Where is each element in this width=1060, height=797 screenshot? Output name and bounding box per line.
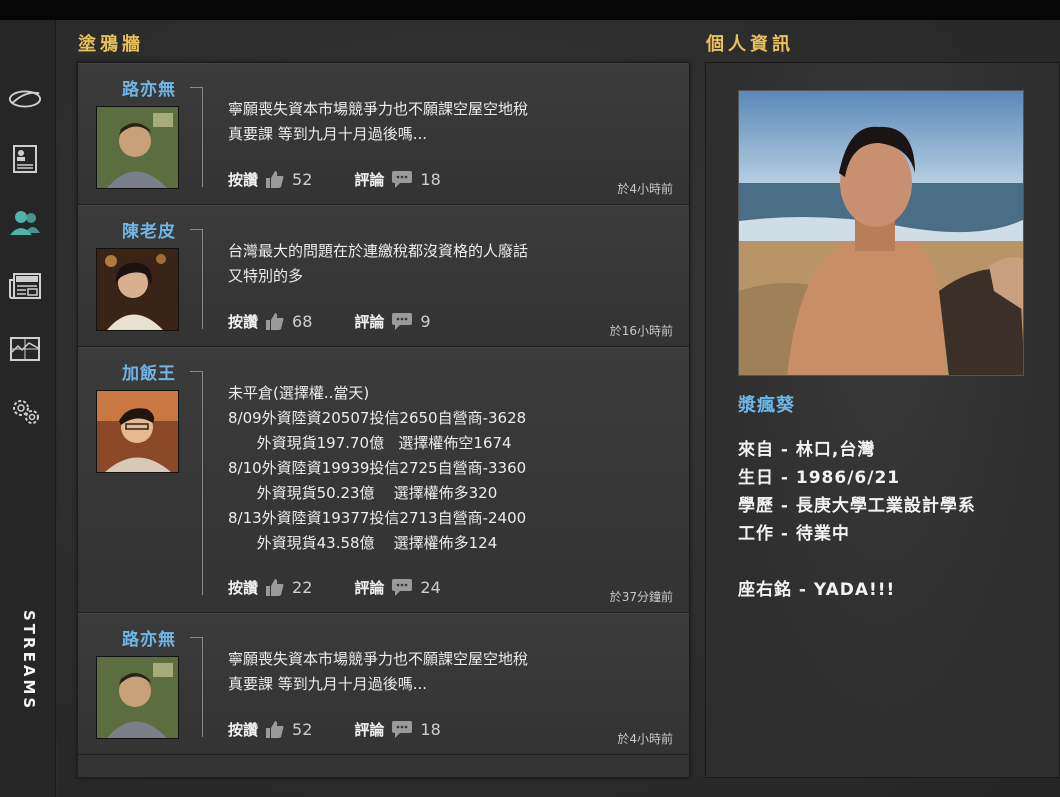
post-text: 台灣最大的問題在於連繳稅都沒資格的人廢話 又特別的多 <box>228 242 529 285</box>
sidebar-nav: STREAMS <box>0 20 56 797</box>
profile-panel: 漿瘋葵 來自 - 林口,台灣 生日 - 1986/6/21 學歷 - 長庚大學工… <box>705 62 1060 778</box>
post-text: 寧願喪失資本市場競爭力也不願課空屋空地稅 真要課 等到九月十月過後嗎... <box>228 650 529 693</box>
top-bar <box>0 0 1060 20</box>
profile-title: 個人資訊 <box>706 34 794 55</box>
like-count: 52 <box>292 170 313 189</box>
post-bracket-line <box>202 229 203 329</box>
like-button[interactable]: 按讚 <box>228 311 258 332</box>
wall-post: 路亦無 寧願喪失資本市場競爭力也不願課空屋空地稅 真要課 等到九月十月過後嗎..… <box>78 63 689 205</box>
profile-birthday: 生日 - 1986/6/21 <box>738 468 901 488</box>
post-author[interactable]: 加飯王 <box>122 359 176 384</box>
wall-post: 陳老皮 台灣最大的問題在於連繳稅都沒資格的人廢話 又特別的多 按讚 68 評論 <box>78 205 689 347</box>
like-button[interactable]: 按讚 <box>228 577 258 598</box>
avatar[interactable] <box>96 248 179 331</box>
post-bracket-line <box>202 371 203 595</box>
avatar[interactable] <box>96 106 179 189</box>
speech-bubble-icon[interactable] <box>392 171 413 188</box>
like-count: 22 <box>292 578 313 597</box>
avatar[interactable] <box>96 656 179 739</box>
post-timestamp: 於37分鐘前 <box>609 590 673 604</box>
like-button[interactable]: 按讚 <box>228 169 258 190</box>
post-timestamp: 於4小時前 <box>617 182 673 196</box>
comment-count: 18 <box>420 720 441 739</box>
streams-label[interactable]: STREAMS <box>12 610 38 711</box>
comment-button[interactable]: 評論 <box>354 719 384 740</box>
thumbs-up-icon[interactable] <box>266 579 284 596</box>
profile-job: 工作 - 待業中 <box>738 524 850 544</box>
comment-button[interactable]: 評論 <box>354 169 384 190</box>
thumbs-up-icon[interactable] <box>266 313 284 330</box>
post-actions: 按讚 52 評論 18 <box>228 169 483 190</box>
post-timestamp: 於16小時前 <box>609 324 673 338</box>
post-author[interactable]: 陳老皮 <box>122 217 176 242</box>
wall-feed[interactable]: 路亦無 寧願喪失資本市場競爭力也不願課空屋空地稅 真要課 等到九月十月過後嗎..… <box>77 62 690 778</box>
profile-motto: 座右銘 - YADA!!! <box>738 580 896 600</box>
post-bracket-line <box>202 87 203 187</box>
post-actions: 按讚 68 評論 9 <box>228 311 473 332</box>
post-author[interactable]: 路亦無 <box>122 75 176 100</box>
post-text: 未平倉(選擇權..當天) 8/09外資陸資20507投信2650自營商-3628… <box>228 384 527 552</box>
like-count: 52 <box>292 720 313 739</box>
comment-count: 18 <box>420 170 441 189</box>
profile-from: 來自 - 林口,台灣 <box>738 440 876 460</box>
settings-gears-icon[interactable] <box>8 394 42 428</box>
news-icon[interactable] <box>8 268 42 302</box>
like-button[interactable]: 按讚 <box>228 719 258 740</box>
like-count: 68 <box>292 312 313 331</box>
comment-count: 24 <box>420 578 441 597</box>
wall-post: 路亦無 寧願喪失資本市場競爭力也不願課空屋空地稅 真要課 等到九月十月過後嗎..… <box>78 613 689 755</box>
comment-button[interactable]: 評論 <box>354 311 384 332</box>
comment-count: 9 <box>420 312 431 331</box>
post-bracket-line <box>202 637 203 737</box>
profile-photo[interactable] <box>738 90 1024 376</box>
post-actions: 按讚 22 評論 24 <box>228 577 483 598</box>
speech-bubble-icon[interactable] <box>392 313 413 330</box>
friends-icon[interactable] <box>8 206 42 240</box>
wall-title: 塗鴉牆 <box>78 34 144 55</box>
profile-name[interactable]: 漿瘋葵 <box>738 391 795 417</box>
chart-grid-icon[interactable] <box>8 332 42 366</box>
post-actions: 按讚 52 評論 18 <box>228 719 483 740</box>
post-author[interactable]: 路亦無 <box>122 625 176 650</box>
post-text: 寧願喪失資本市場競爭力也不願課空屋空地稅 真要課 等到九月十月過後嗎... <box>228 100 529 143</box>
logo-swoosh-icon[interactable] <box>8 82 42 116</box>
profile-education: 學歷 - 長庚大學工業設計學系 <box>738 496 976 516</box>
thumbs-up-icon[interactable] <box>266 171 284 188</box>
wall-post: 加飯王 未平倉(選擇權..當天) 8/09外資陸資20507投信2650自營商-… <box>78 347 689 613</box>
profile-card-icon[interactable] <box>8 142 42 176</box>
speech-bubble-icon[interactable] <box>392 579 413 596</box>
speech-bubble-icon[interactable] <box>392 721 413 738</box>
thumbs-up-icon[interactable] <box>266 721 284 738</box>
comment-button[interactable]: 評論 <box>354 577 384 598</box>
avatar[interactable] <box>96 390 179 473</box>
post-timestamp: 於4小時前 <box>617 732 673 746</box>
